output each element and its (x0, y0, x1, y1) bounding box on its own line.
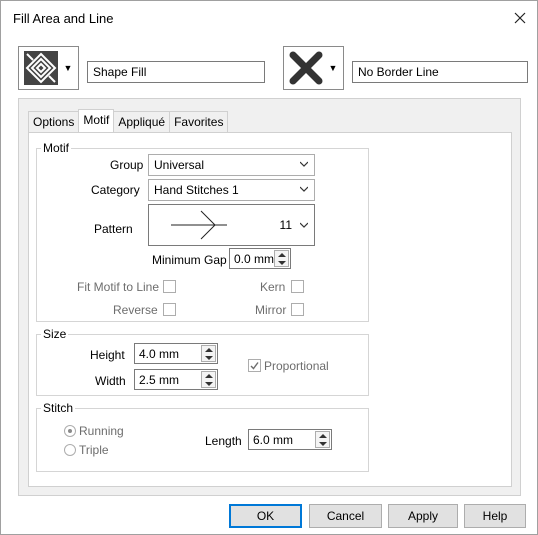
pattern-select[interactable]: 11 (148, 204, 315, 246)
tab-options[interactable]: Options (28, 111, 80, 132)
chevron-down-icon (300, 222, 308, 228)
minimum-gap-value: 0.0 mm (234, 252, 275, 266)
triple-label: Triple (79, 443, 109, 457)
pattern-preview-icon (171, 210, 227, 240)
chevron-down-icon (300, 161, 308, 167)
pattern-label: Pattern (94, 222, 133, 236)
running-radio[interactable] (64, 425, 76, 437)
category-select-value: Hand Stitches 1 (154, 183, 239, 197)
dialog-title: Fill Area and Line (13, 11, 114, 26)
group-label: Group (110, 158, 144, 172)
no-border-icon (286, 48, 326, 88)
fit-motif-label: Fit Motif to Line (77, 280, 160, 294)
category-select[interactable]: Hand Stitches 1 (148, 179, 315, 201)
group-select-value: Universal (154, 158, 205, 172)
width-spinner[interactable]: 2.5 mm (134, 369, 218, 390)
fill-type-field[interactable]: Shape Fill (87, 61, 265, 83)
width-value: 2.5 mm (139, 373, 180, 387)
chevron-down-icon: ▼ (328, 63, 338, 73)
fit-motif-checkbox[interactable] (163, 280, 176, 293)
length-spinner[interactable]: 6.0 mm (248, 429, 332, 450)
category-label: Category (91, 183, 140, 197)
checkmark-icon (250, 362, 259, 370)
tab-motif[interactable]: Motif (78, 109, 115, 132)
length-label: Length (205, 434, 242, 448)
fill-area-line-dialog: Fill Area and Line ▼ Shape Fill ▼ No Bor… (0, 0, 538, 535)
length-value: 6.0 mm (253, 433, 294, 447)
group-select[interactable]: Universal (148, 154, 315, 176)
mirror-label: Mirror (255, 303, 287, 317)
ok-button[interactable]: OK (229, 504, 302, 528)
height-value: 4.0 mm (139, 347, 180, 361)
width-label: Width (95, 374, 126, 388)
border-type-field[interactable]: No Border Line (352, 61, 528, 83)
spin-buttons[interactable] (201, 345, 216, 362)
tab-favorites[interactable]: Favorites (169, 111, 229, 132)
border-type-picker[interactable]: ▼ (283, 46, 344, 90)
tab-applique[interactable]: Appliqué (113, 111, 171, 132)
motif-group-title: Motif (41, 141, 72, 155)
title-bar: Fill Area and Line (1, 1, 537, 35)
spin-buttons[interactable] (274, 250, 289, 267)
fill-pattern-icon (21, 48, 61, 88)
proportional-label: Proportional (264, 359, 329, 373)
proportional-checkbox[interactable] (248, 359, 261, 372)
pattern-number: 11 (279, 218, 292, 232)
mirror-checkbox[interactable] (291, 303, 304, 316)
triple-radio[interactable] (64, 444, 76, 456)
kern-label: Kern (260, 280, 286, 294)
chevron-down-icon (300, 186, 308, 192)
size-group-title: Size (41, 327, 69, 341)
kern-checkbox[interactable] (291, 280, 304, 293)
spin-buttons[interactable] (201, 371, 216, 388)
fill-type-picker[interactable]: ▼ (18, 46, 79, 90)
minimum-gap-label: Minimum Gap (152, 253, 227, 267)
help-button[interactable]: Help (464, 504, 526, 528)
cancel-button[interactable]: Cancel (309, 504, 382, 528)
spin-buttons[interactable] (315, 431, 330, 448)
tab-strip: Options Motif Appliqué Favorites (28, 109, 229, 132)
height-label: Height (90, 348, 125, 362)
chevron-down-icon: ▼ (63, 63, 73, 73)
minimum-gap-spinner[interactable]: 0.0 mm (229, 248, 291, 269)
close-icon (514, 12, 526, 24)
reverse-checkbox[interactable] (163, 303, 176, 316)
close-button[interactable] (507, 5, 533, 31)
reverse-label: Reverse (113, 303, 158, 317)
running-label: Running (79, 424, 124, 438)
height-spinner[interactable]: 4.0 mm (134, 343, 218, 364)
apply-button[interactable]: Apply (388, 504, 458, 528)
stitch-group-title: Stitch (41, 401, 76, 415)
